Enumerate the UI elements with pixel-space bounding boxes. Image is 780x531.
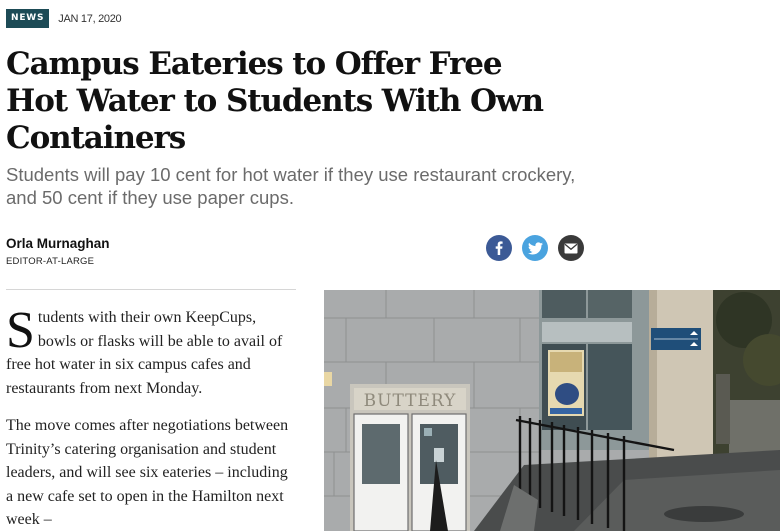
article-photo[interactable]: BUTTERY bbox=[324, 290, 780, 531]
twitter-icon bbox=[527, 241, 543, 254]
paragraph-1-text: tudents with their own KeepCups, bowls o… bbox=[6, 309, 283, 397]
article-body: Students with their own KeepCups, bowls … bbox=[6, 302, 298, 531]
headline: Campus Eateries to Offer Free Hot Water … bbox=[6, 46, 544, 156]
drop-cap: S bbox=[6, 302, 35, 359]
article-meta: NEWS JAN 17, 2020 bbox=[6, 9, 122, 28]
divider bbox=[6, 289, 296, 290]
author-role: EDITOR-AT-LARGE bbox=[6, 256, 95, 267]
facebook-icon bbox=[495, 241, 503, 255]
paragraph-2: The move comes after negotiations betwee… bbox=[6, 417, 289, 528]
email-share-button[interactable] bbox=[558, 235, 584, 261]
facebook-share-button[interactable] bbox=[486, 235, 512, 261]
paragraph-1: Students with their own KeepCups, bowls … bbox=[6, 302, 298, 400]
section-badge[interactable]: NEWS bbox=[6, 9, 50, 28]
publish-date: JAN 17, 2020 bbox=[58, 12, 122, 25]
twitter-share-button[interactable] bbox=[522, 235, 548, 261]
buttery-sign: BUTTERY bbox=[364, 391, 457, 411]
author-name[interactable]: Orla Murnaghan bbox=[6, 236, 110, 251]
email-icon bbox=[564, 243, 578, 253]
buttery-entrance-photo: BUTTERY bbox=[324, 290, 780, 531]
standfirst: Students will pay 10 cent for hot water … bbox=[6, 164, 576, 208]
